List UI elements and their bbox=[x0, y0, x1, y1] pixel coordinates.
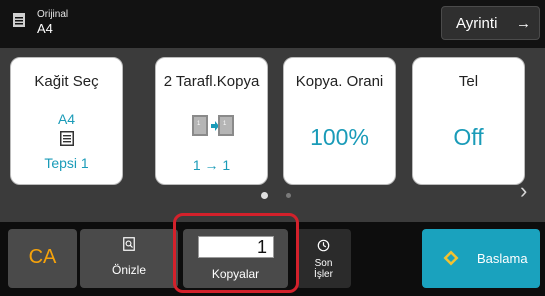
copies-highlight-frame bbox=[173, 213, 299, 293]
next-page-arrow[interactable]: › bbox=[520, 179, 527, 203]
start-label: Baslama bbox=[477, 251, 528, 266]
tel-card[interactable]: Tel Off bbox=[412, 57, 525, 185]
original-label: Orijinal bbox=[37, 9, 69, 20]
detail-button[interactable]: Ayrinti → bbox=[441, 6, 540, 40]
paper-tray-value: Tepsi 1 bbox=[44, 155, 89, 171]
paper-select-title: Kağit Seç bbox=[34, 73, 99, 90]
document-icon bbox=[13, 13, 25, 27]
start-button[interactable]: Baslama bbox=[422, 229, 540, 288]
copy-screen: Orijinal A4 Ayrinti → Kağit Seç A4 Tepsi… bbox=[0, 0, 545, 296]
recent-jobs-line2: İşler bbox=[314, 269, 333, 280]
arrow-right-icon: → bbox=[516, 15, 531, 32]
recent-jobs-line1: Son bbox=[314, 258, 333, 269]
page-indicator-inactive bbox=[286, 193, 291, 198]
preview-label: Önizle bbox=[111, 263, 146, 277]
paper-select-card[interactable]: Kağit Seç A4 Tepsi 1 bbox=[10, 57, 123, 185]
duplex-copy-icon: 1 1 bbox=[192, 115, 234, 136]
history-icon bbox=[317, 239, 330, 252]
tel-value: Off bbox=[453, 124, 484, 150]
preview-icon bbox=[123, 237, 135, 251]
paper-tray-icon bbox=[60, 131, 74, 146]
paper-size-value: A4 bbox=[57, 111, 76, 127]
duplex-copy-card[interactable]: 2 Tarafl.Kopya 1 1 1 → 1 bbox=[155, 57, 268, 185]
tel-title: Tel bbox=[458, 73, 479, 90]
clear-all-button[interactable]: CA bbox=[8, 229, 77, 288]
copy-ratio-title: Kopya. Orani bbox=[295, 73, 384, 90]
settings-panel: Kağit Seç A4 Tepsi 1 2 Tarafl.Kopya 1 1 bbox=[0, 48, 545, 222]
duplex-mode-value: 1 → 1 bbox=[192, 157, 231, 173]
clear-all-label: CA bbox=[28, 246, 57, 268]
duplex-copy-title: 2 Tarafl.Kopya bbox=[163, 73, 260, 90]
top-bar: Orijinal A4 Ayrinti → bbox=[0, 0, 545, 48]
recent-jobs-label: Son İşler bbox=[296, 258, 351, 280]
page-indicator-active bbox=[261, 192, 268, 199]
recent-jobs-button[interactable]: Son İşler bbox=[296, 229, 351, 288]
start-icon bbox=[443, 250, 459, 266]
detail-button-label: Ayrinti bbox=[456, 15, 498, 32]
copy-ratio-value: 100% bbox=[310, 124, 369, 150]
original-size: A4 bbox=[37, 21, 53, 36]
copy-ratio-card[interactable]: Kopya. Orani 100% bbox=[283, 57, 396, 185]
preview-button[interactable]: Önizle bbox=[80, 229, 178, 288]
